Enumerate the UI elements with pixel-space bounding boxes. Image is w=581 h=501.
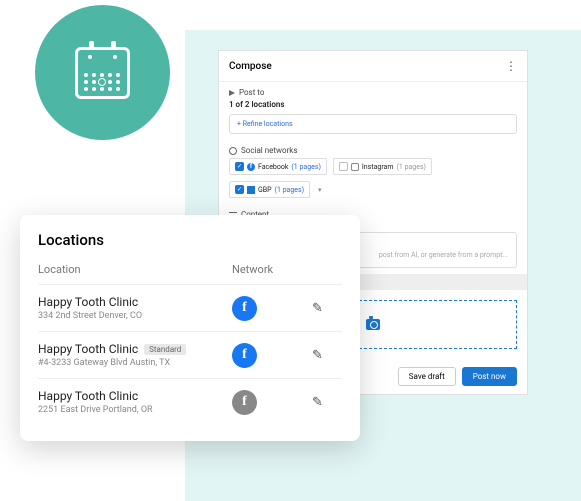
location-info: Happy Tooth Clinic 334 2nd Street Denver… bbox=[38, 295, 232, 321]
edit-icon[interactable]: ✎ bbox=[312, 301, 342, 316]
table-row: Happy Tooth Clinic 2251 East Drive Portl… bbox=[38, 378, 342, 425]
refine-locations-button[interactable]: + Refine locations bbox=[229, 114, 517, 134]
table-row: Happy Tooth Clinic 334 2nd Street Denver… bbox=[38, 284, 342, 331]
standard-badge: Standard bbox=[144, 344, 186, 355]
networks-label: Social networks bbox=[229, 146, 517, 155]
more-icon[interactable]: ⋮ bbox=[505, 59, 517, 73]
facebook-icon: f bbox=[247, 163, 255, 171]
location-info: Happy Tooth Clinic 2251 East Drive Portl… bbox=[38, 389, 232, 415]
facebook-icon[interactable]: f bbox=[232, 296, 257, 321]
location-address: 334 2nd Street Denver, CO bbox=[38, 311, 232, 321]
postto-count: 1 of 2 locations bbox=[229, 100, 517, 109]
gbp-icon bbox=[247, 186, 255, 194]
instagram-icon bbox=[351, 163, 359, 171]
locations-card: Locations Location Network Happy Tooth C… bbox=[20, 215, 360, 441]
networks-row: ✓ f Facebook (1 pages) Instagram (1 page… bbox=[229, 158, 517, 198]
post-now-button[interactable]: Post now bbox=[462, 367, 517, 386]
col-network: Network bbox=[232, 263, 312, 276]
compose-header: Compose ⋮ bbox=[219, 51, 527, 82]
postto-section: Post to 1 of 2 locations + Refine locati… bbox=[219, 82, 527, 140]
save-draft-button[interactable]: Save draft bbox=[398, 367, 456, 386]
camera-icon bbox=[366, 319, 380, 330]
network-instagram[interactable]: Instagram (1 pages) bbox=[333, 158, 432, 175]
location-info: Happy Tooth Clinic Standard #4-3233 Gatew… bbox=[38, 342, 232, 368]
table-row: Happy Tooth Clinic Standard #4-3233 Gatew… bbox=[38, 331, 342, 378]
checkbox-icon[interactable]: ✓ bbox=[235, 162, 244, 171]
checkbox-icon[interactable]: ✓ bbox=[235, 185, 244, 194]
location-address: #4-3233 Gateway Blvd Austin, TX bbox=[38, 358, 232, 368]
checkbox-icon[interactable] bbox=[339, 162, 348, 171]
locations-title: Locations bbox=[38, 231, 342, 249]
postto-label: Post to bbox=[229, 88, 517, 97]
location-address: 2251 East Drive Portland, OR bbox=[38, 405, 232, 415]
facebook-icon[interactable]: f bbox=[232, 343, 257, 368]
location-name: Happy Tooth Clinic bbox=[38, 342, 138, 356]
send-icon bbox=[229, 90, 235, 96]
chevron-down-icon[interactable]: ▾ bbox=[318, 186, 322, 194]
col-edit bbox=[312, 263, 342, 276]
network-facebook[interactable]: ✓ f Facebook (1 pages) bbox=[229, 158, 327, 175]
calendar-badge bbox=[35, 5, 170, 140]
compose-title: Compose bbox=[229, 61, 272, 72]
edit-icon[interactable]: ✎ bbox=[312, 348, 342, 363]
locations-header-row: Location Network bbox=[38, 263, 342, 284]
networks-section: Social networks ✓ f Facebook (1 pages) I… bbox=[219, 140, 527, 204]
location-name: Happy Tooth Clinic bbox=[38, 295, 138, 309]
globe-icon bbox=[229, 147, 237, 155]
edit-icon[interactable]: ✎ bbox=[312, 395, 342, 410]
calendar-icon bbox=[75, 47, 130, 99]
facebook-icon[interactable]: f bbox=[232, 390, 257, 415]
network-gbp[interactable]: ✓ GBP (1 pages) bbox=[229, 181, 310, 198]
col-location: Location bbox=[38, 263, 232, 276]
location-name: Happy Tooth Clinic bbox=[38, 389, 138, 403]
